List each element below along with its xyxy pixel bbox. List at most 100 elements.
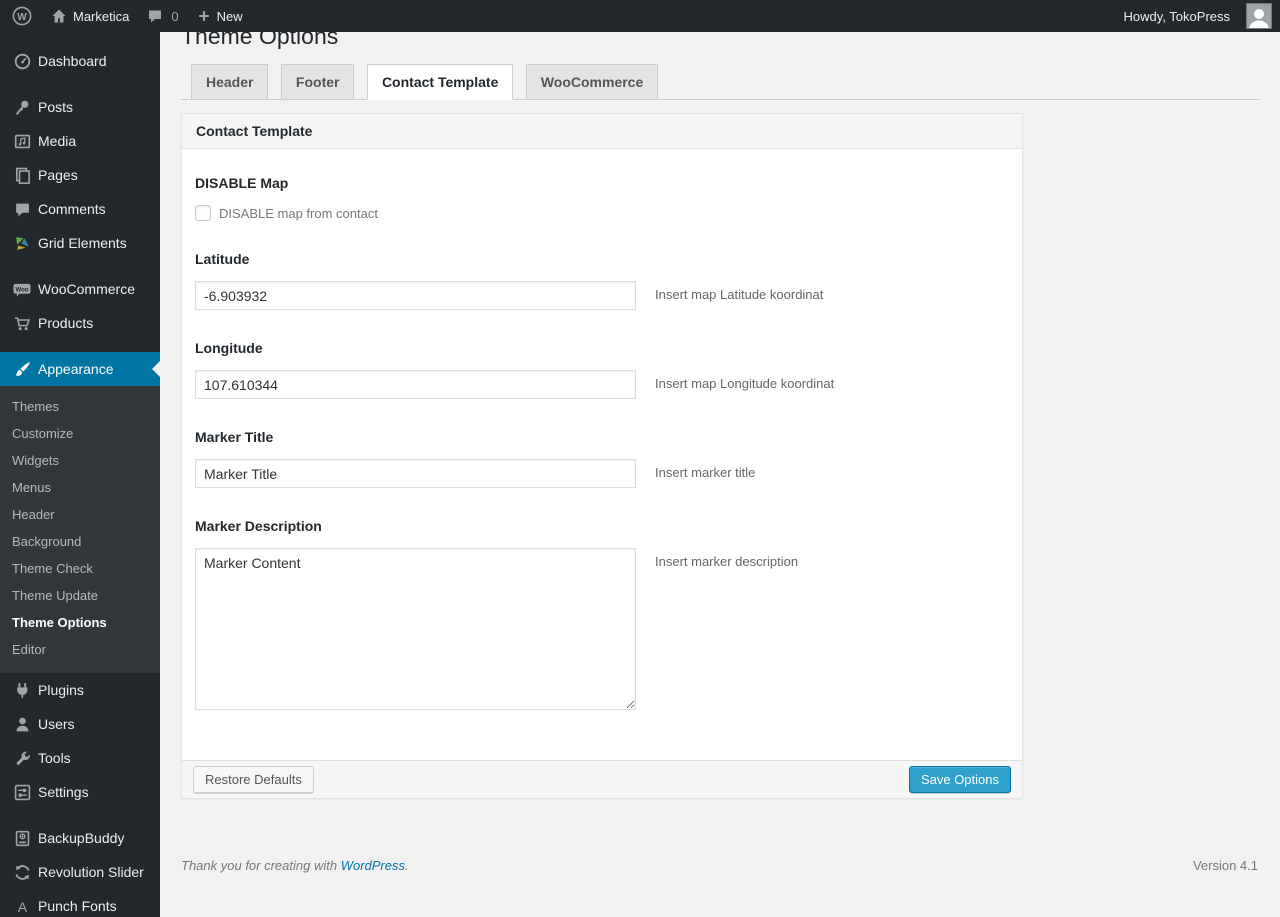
account-menu[interactable]: Howdy, TokoPress — [1115, 0, 1239, 32]
submenu-item-header[interactable]: Header — [0, 501, 160, 528]
page-footer: Thank you for creating with WordPress. V… — [181, 858, 1258, 873]
tab-footer[interactable]: Footer — [280, 64, 355, 100]
avatar[interactable] — [1246, 3, 1272, 29]
wordpress-link[interactable]: WordPress — [341, 858, 405, 873]
sidebar-item-woocommerce[interactable]: Woo WooCommerce — [0, 272, 160, 306]
marker-title-description: Insert marker title — [655, 465, 756, 480]
new-label: New — [216, 8, 243, 24]
sidebar-item-media[interactable]: Media — [0, 124, 160, 158]
sidebar-item-backupbuddy[interactable]: BackupBuddy — [0, 821, 160, 855]
sidebar-item-label: Grid Elements — [38, 235, 127, 251]
sidebar-item-label: BackupBuddy — [38, 830, 125, 846]
sidebar-item-tools[interactable]: Tools — [0, 741, 160, 775]
media-icon — [13, 132, 31, 150]
sidebar-item-plugins[interactable]: Plugins — [0, 673, 160, 707]
longitude-group: Longitude Insert map Longitude koordinat — [195, 340, 1002, 399]
pushpin-icon — [13, 98, 31, 116]
latitude-description: Insert map Latitude koordinat — [655, 287, 824, 302]
pages-icon — [13, 166, 31, 184]
sidebar-item-label: Dashboard — [38, 53, 107, 69]
sidebar-item-label: Users — [38, 716, 75, 732]
sidebar-item-revolution-slider[interactable]: Revolution Slider — [0, 855, 160, 889]
comment-count: 0 — [171, 8, 179, 24]
marker-description-label: Marker Description — [195, 518, 322, 534]
sidebar-item-posts[interactable]: Posts — [0, 90, 160, 124]
sidebar-item-users[interactable]: Users — [0, 707, 160, 741]
marker-description-textarea[interactable] — [195, 548, 636, 710]
comments-menu[interactable]: 0 — [138, 0, 187, 32]
tab-header[interactable]: Header — [191, 64, 269, 100]
sidebar-item-grid-elements[interactable]: Grid Elements — [0, 226, 160, 260]
svg-text:Woo: Woo — [16, 287, 29, 293]
longitude-input[interactable] — [195, 370, 636, 399]
submenu-item-theme-update[interactable]: Theme Update — [0, 582, 160, 609]
wordpress-logo-icon: W — [12, 6, 32, 26]
submenu-item-menus[interactable]: Menus — [0, 474, 160, 501]
letter-a-icon: A — [13, 897, 31, 915]
wrench-icon — [13, 749, 31, 767]
refresh-arrows-icon — [13, 863, 31, 881]
appearance-submenu: Themes Customize Widgets Menus Header Ba… — [0, 386, 160, 673]
sidebar-item-label: Revolution Slider — [38, 864, 144, 880]
submenu-item-theme-options[interactable]: Theme Options — [0, 609, 160, 636]
site-name: Marketica — [73, 8, 130, 24]
footer-thanks: Thank you for creating with WordPress. — [181, 858, 409, 873]
marker-description-group: Marker Description Insert marker descrip… — [195, 518, 1002, 710]
tab-contact-template[interactable]: Contact Template — [366, 64, 514, 100]
latitude-input[interactable] — [195, 281, 636, 310]
wordpress-logo-menu[interactable]: W — [0, 0, 42, 32]
sidebar-item-punch-fonts[interactable]: A Punch Fonts — [0, 889, 160, 917]
home-icon — [51, 8, 67, 24]
longitude-label: Longitude — [195, 340, 263, 356]
sidebar-item-comments[interactable]: Comments — [0, 192, 160, 226]
sidebar-item-dashboard[interactable]: Dashboard — [0, 44, 160, 78]
sidebar-item-settings[interactable]: Settings — [0, 775, 160, 809]
main-content: Theme Options Header Footer Contact Temp… — [160, 0, 1280, 885]
sidebar-item-products[interactable]: Products — [0, 306, 160, 340]
sidebar-item-pages[interactable]: Pages — [0, 158, 160, 192]
howdy-text: Howdy, TokoPress — [1123, 8, 1230, 24]
submenu-item-widgets[interactable]: Widgets — [0, 447, 160, 474]
longitude-description: Insert map Longitude koordinat — [655, 376, 835, 391]
submenu-item-editor[interactable]: Editor — [0, 636, 160, 663]
panel-title: Contact Template — [182, 114, 1022, 149]
nav-tab-bar: Header Footer Contact Template WooCommer… — [181, 64, 1260, 100]
marker-description-description: Insert marker description — [655, 554, 799, 569]
backup-drive-icon — [13, 829, 31, 847]
latitude-label: Latitude — [195, 251, 250, 267]
tab-woocommerce[interactable]: WooCommerce — [525, 64, 659, 100]
comments-icon — [13, 200, 31, 218]
submenu-item-background[interactable]: Background — [0, 528, 160, 555]
marker-title-label: Marker Title — [195, 429, 274, 445]
sidebar-item-label: WooCommerce — [38, 281, 135, 297]
admin-bar: W Marketica 0 New Howdy, TokoPress — [0, 0, 1280, 32]
sidebar-item-label: Pages — [38, 167, 78, 183]
svg-text:A: A — [17, 898, 27, 914]
disable-map-label: DISABLE Map — [195, 175, 289, 191]
save-options-button[interactable]: Save Options — [908, 766, 1011, 793]
sidebar-item-label: Punch Fonts — [38, 898, 117, 914]
sidebar-item-label: Posts — [38, 99, 74, 115]
new-content-menu[interactable]: New — [188, 0, 252, 32]
disable-map-checkbox-label: DISABLE map from contact — [219, 205, 378, 221]
user-icon — [13, 715, 31, 733]
submenu-item-themes[interactable]: Themes — [0, 393, 160, 420]
site-name-menu[interactable]: Marketica — [42, 0, 138, 32]
plus-icon — [197, 9, 211, 23]
panel-body: DISABLE Map DISABLE map from contact Lat… — [182, 149, 1022, 760]
version-text: Version 4.1 — [1192, 858, 1258, 873]
sidebar-item-label: Tools — [38, 750, 71, 766]
footer-thanks-prefix: Thank you for creating with — [181, 858, 341, 873]
comment-bubble-icon — [147, 8, 163, 24]
marker-title-input[interactable] — [195, 459, 636, 488]
disable-map-group: DISABLE Map DISABLE map from contact — [195, 175, 1002, 221]
sidebar-item-appearance[interactable]: Appearance — [0, 352, 160, 386]
submenu-item-theme-check[interactable]: Theme Check — [0, 555, 160, 582]
panel-footer: Restore Defaults Save Options — [182, 760, 1022, 798]
disable-map-checkbox[interactable] — [195, 205, 211, 221]
paintbrush-icon — [13, 360, 31, 378]
latitude-group: Latitude Insert map Latitude koordinat — [195, 251, 1002, 310]
restore-defaults-button[interactable]: Restore Defaults — [193, 766, 314, 793]
submenu-item-customize[interactable]: Customize — [0, 420, 160, 447]
grid-elements-icon — [13, 234, 31, 252]
